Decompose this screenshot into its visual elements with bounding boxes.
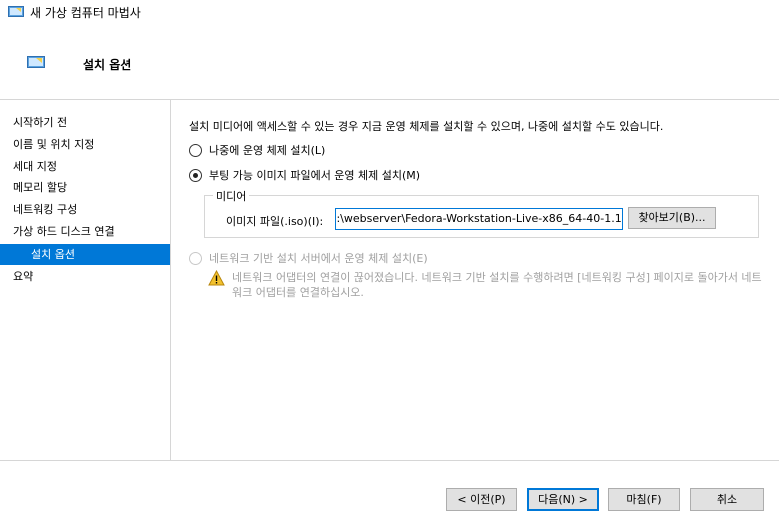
sidebar-item-generation[interactable]: 세대 지정 [0, 156, 170, 177]
installation-options-panel: 설치 미디어에 액세스할 수 있는 경우 지금 운영 체제를 설치할 수 있으며… [172, 100, 779, 460]
radio-install-from-network: 네트워크 기반 설치 서버에서 운영 체제 설치(E) [189, 250, 428, 266]
wizard-header: 설치 옵션 [0, 26, 779, 100]
radio-button[interactable] [189, 143, 202, 157]
monitor-icon [27, 56, 45, 68]
previous-button[interactable]: < 이전(P) [446, 488, 517, 511]
window-title: 새 가상 컴퓨터 마법사 [30, 6, 141, 20]
image-file-path: D:\webserver\Fedora-Workstation-Live-x86… [335, 212, 623, 225]
sidebar-item-name-location[interactable]: 이름 및 위치 지정 [0, 134, 170, 155]
radio-label: 네트워크 기반 설치 서버에서 운영 체제 설치(E) [209, 252, 428, 265]
image-file-input[interactable]: D:\webserver\Fedora-Workstation-Live-x86… [335, 208, 623, 230]
hyper-v-wizard-icon [8, 6, 24, 17]
warning-icon [208, 270, 225, 286]
radio-button-disabled [189, 251, 202, 265]
sidebar-item-before-you-begin[interactable]: 시작하기 전 [0, 112, 170, 133]
radio-button-selected[interactable] [189, 168, 202, 182]
wizard-steps-sidebar: 시작하기 전 이름 및 위치 지정 세대 지정 메모리 할당 네트워킹 구성 가… [0, 100, 171, 460]
radio-label: 나중에 운영 체제 설치(L) [209, 144, 326, 157]
radio-install-from-image[interactable]: 부팅 가능 이미지 파일에서 운영 체제 설치(M) [189, 167, 420, 183]
wizard-footer: < 이전(P) 다음(N) > 마침(F) 취소 [0, 460, 779, 519]
sidebar-item-virtual-disk[interactable]: 가상 하드 디스크 연결 [0, 221, 170, 242]
image-file-label: 이미지 파일(.iso)(I): [226, 215, 324, 228]
sidebar-item-memory[interactable]: 메모리 할당 [0, 177, 170, 198]
sidebar-item-summary[interactable]: 요약 [0, 266, 170, 287]
sidebar-item-networking[interactable]: 네트워킹 구성 [0, 199, 170, 220]
page-title: 설치 옵션 [83, 58, 132, 72]
radio-install-later[interactable]: 나중에 운영 체제 설치(L) [189, 142, 325, 158]
description-text: 설치 미디어에 액세스할 수 있는 경우 지금 운영 체제를 설치할 수 있으며… [189, 120, 664, 133]
network-warning-text: 네트워크 어댑터의 연결이 끊어졌습니다. 네트워크 기반 설치를 수행하려면 … [232, 271, 762, 299]
radio-label: 부팅 가능 이미지 파일에서 운영 체제 설치(M) [209, 169, 421, 182]
media-group: 미디어 이미지 파일(.iso)(I): D:\webserver\Fedora… [204, 188, 759, 238]
finish-button[interactable]: 마침(F) [608, 488, 680, 511]
cancel-button[interactable]: 취소 [690, 488, 764, 511]
browse-button[interactable]: 찾아보기(B)... [628, 207, 716, 229]
media-group-legend: 미디어 [213, 188, 250, 204]
title-bar: 새 가상 컴퓨터 마법사 [0, 0, 779, 26]
sidebar-item-installation-options[interactable]: 설치 옵션 [0, 244, 170, 265]
next-button[interactable]: 다음(N) > [527, 488, 599, 511]
